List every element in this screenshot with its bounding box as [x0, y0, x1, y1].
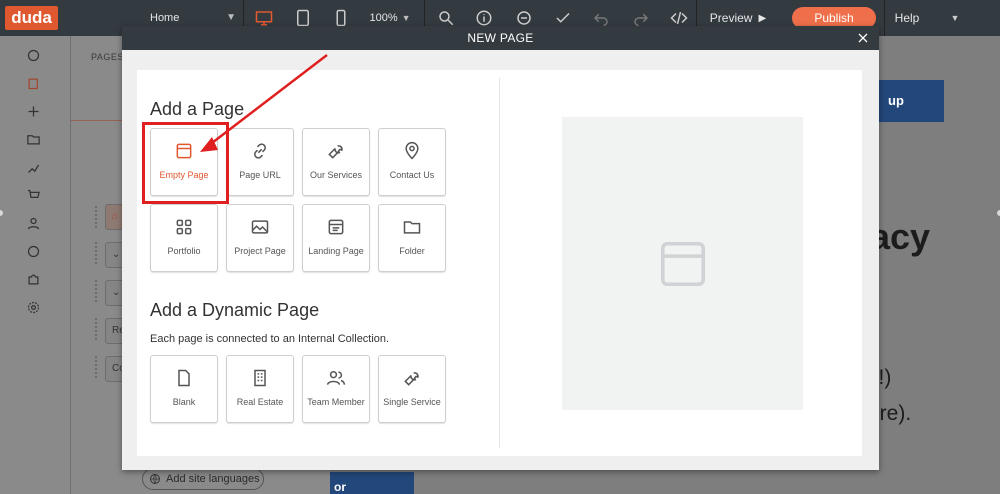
tile-landing-page[interactable]: Landing Page	[302, 204, 370, 272]
pages-icon[interactable]	[24, 74, 42, 92]
drag-handle[interactable]	[95, 318, 101, 340]
drag-handle[interactable]	[95, 206, 101, 228]
tile-label: Portfolio	[167, 246, 201, 256]
site-cta-button[interactable]: up	[878, 80, 944, 122]
map-pin-icon	[402, 141, 422, 161]
link-icon	[250, 141, 270, 161]
tablet-icon	[297, 9, 309, 27]
search-icon	[439, 11, 454, 26]
tile-label: Blank	[172, 397, 196, 407]
page-preview	[562, 117, 803, 410]
duda-logo[interactable]: duda	[5, 6, 58, 30]
tile-our-services[interactable]: Our Services	[302, 128, 370, 196]
empty-page-icon	[660, 241, 705, 286]
tile-single-service[interactable]: Single Service	[378, 355, 446, 423]
tile-label: Page URL	[239, 170, 281, 180]
tile-label: Real Estate	[236, 397, 284, 407]
tile-label: Folder	[399, 246, 425, 256]
chevron-down-icon: ▼	[950, 13, 960, 23]
zoom-value: 100%	[369, 12, 398, 24]
tile-label: Project Page	[234, 246, 286, 256]
mobile-icon	[336, 9, 346, 27]
tile-portfolio[interactable]: Portfolio	[150, 204, 218, 272]
tile-folder[interactable]: Folder	[378, 204, 446, 272]
add-site-languages-label: Add site languages	[166, 473, 260, 485]
home-icon: ⌂	[112, 211, 119, 222]
tile-page-url[interactable]: Page URL	[226, 128, 294, 196]
puzzle-icon[interactable]	[24, 270, 42, 288]
chevron-down-icon: ▼	[401, 13, 411, 23]
building-icon	[250, 368, 270, 388]
modal-divider	[499, 78, 500, 448]
chevron-down-icon: ⌄	[112, 249, 121, 260]
left-sidebar	[0, 36, 70, 494]
wrench-icon	[326, 141, 346, 161]
add-site-languages-button[interactable]: Add site languages	[142, 468, 264, 490]
check-icon	[556, 12, 570, 23]
panel-title: PAGES	[91, 52, 124, 62]
annotation-highlight-box	[142, 122, 229, 204]
cart-icon[interactable]	[24, 186, 42, 204]
drag-handle[interactable]	[95, 280, 101, 302]
modal-title: NEW PAGE	[467, 31, 534, 45]
help-label: Help	[894, 11, 920, 25]
chat-icon[interactable]	[24, 242, 42, 260]
users-icon	[326, 368, 346, 388]
flow-icon[interactable]	[24, 158, 42, 176]
user-icon[interactable]	[24, 214, 42, 232]
tile-label: Team Member	[307, 397, 365, 407]
desktop-icon	[255, 11, 273, 26]
add-icon[interactable]	[24, 102, 42, 120]
info-icon	[476, 10, 492, 26]
folder-icon[interactable]	[24, 130, 42, 148]
tile-label: Our Services	[309, 170, 362, 180]
modal-header: NEW PAGE	[122, 26, 879, 50]
tile-label: Single Service	[383, 397, 441, 407]
modal-body: Add a Page Empty Page Page URL Our Servi…	[137, 70, 862, 456]
design-icon[interactable]	[24, 46, 42, 64]
site-bottom-button[interactable]: or	[330, 472, 414, 494]
add-dynamic-page-heading: Add a Dynamic Page	[150, 300, 320, 320]
settings-icon[interactable]	[24, 298, 42, 316]
dynamic-page-subtitle: Each page is connected to an Internal Co…	[150, 333, 390, 345]
landing-page-icon	[326, 217, 346, 237]
grid-icon	[174, 217, 194, 237]
chevron-down-icon: ⌄	[112, 287, 121, 298]
tile-team-member[interactable]: Team Member	[302, 355, 370, 423]
add-page-heading: Add a Page	[150, 99, 245, 119]
site-headline: acy	[870, 216, 931, 257]
preview-label: Preview	[709, 11, 753, 25]
globe-icon	[150, 474, 160, 484]
tile-contact-us[interactable]: Contact Us	[378, 128, 446, 196]
drag-handle[interactable]	[95, 242, 101, 264]
folder-icon	[402, 217, 422, 237]
comment-icon	[517, 11, 531, 25]
drag-handle[interactable]	[95, 356, 101, 378]
wrench-icon	[402, 368, 422, 388]
undo-icon	[593, 13, 608, 27]
play-icon: ▶	[758, 12, 767, 24]
blank-page-icon	[174, 368, 194, 388]
tile-real-estate[interactable]: Real Estate	[226, 355, 294, 423]
image-icon	[250, 217, 270, 237]
tile-label: Landing Page	[308, 246, 364, 256]
close-icon	[858, 33, 868, 43]
help-button[interactable]: Help	[885, 0, 929, 36]
new-page-modal: NEW PAGE Add a Page Empty Page Page URL …	[122, 26, 879, 470]
tile-blank[interactable]: Blank	[150, 355, 218, 423]
code-icon	[670, 11, 688, 25]
account-menu-button[interactable]: ▼	[944, 0, 966, 36]
page-selector-value: Home	[150, 12, 180, 24]
tile-project-page[interactable]: Project Page	[226, 204, 294, 272]
redo-icon	[634, 13, 649, 27]
close-button[interactable]	[855, 30, 871, 46]
tile-label: Contact Us	[389, 170, 435, 180]
